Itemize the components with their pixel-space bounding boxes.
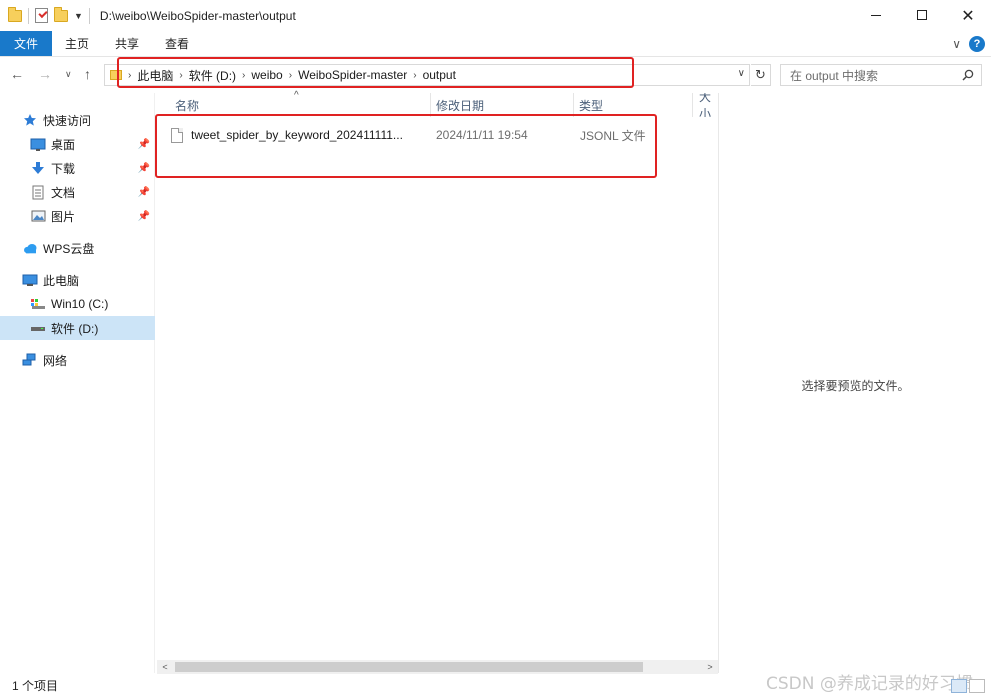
ribbon-tabs: 文件 主页 共享 查看 ∨ ?	[0, 31, 991, 57]
customize-toolbar-chevron-icon[interactable]: ▼	[74, 11, 83, 21]
scrollbar-thumb[interactable]	[175, 662, 643, 672]
close-icon: ✕	[961, 5, 975, 25]
new-folder-icon[interactable]	[54, 6, 68, 22]
ribbon-right-controls: ∨ ?	[952, 31, 991, 57]
preview-message: 选择要预览的文件。	[801, 379, 910, 393]
desktop-icon	[30, 137, 46, 151]
watermark: CSDN @养成记录的好习惯	[766, 674, 973, 694]
drive-icon	[30, 297, 46, 311]
pin-icon[interactable]: 📌	[138, 163, 150, 174]
up-arrow-icon[interactable]: ↑	[84, 66, 91, 82]
address-history-chevron-icon[interactable]: ∨	[738, 68, 745, 79]
view-buttons	[951, 679, 985, 693]
scroll-left-arrow-icon[interactable]: <	[157, 660, 173, 674]
sidebar-item-drive-c[interactable]: Win10 (C:)	[0, 292, 155, 316]
sidebar-item-pictures[interactable]: 图片 📌	[0, 204, 155, 228]
sidebar-item-label: 下载	[51, 161, 76, 176]
tab-view[interactable]: 查看	[152, 31, 202, 56]
search-input[interactable]: 在 output 中搜索	[780, 64, 982, 86]
sidebar-item-documents[interactable]: 文档 📌	[0, 180, 155, 204]
sidebar-item-drive-d[interactable]: 软件 (D:)	[0, 316, 155, 340]
tab-share[interactable]: 共享	[102, 31, 152, 56]
star-icon	[22, 113, 38, 127]
sidebar-item-label: 桌面	[51, 137, 76, 152]
refresh-button[interactable]: ↻	[751, 64, 771, 86]
pin-icon[interactable]: 📌	[138, 211, 150, 222]
column-header-size[interactable]: 大小	[699, 93, 718, 117]
column-divider[interactable]	[692, 93, 693, 117]
sidebar-item-label: 文档	[51, 185, 76, 200]
sidebar-item-label: 快速访问	[43, 113, 92, 128]
document-icon	[30, 185, 46, 199]
forward-arrow-icon[interactable]: →	[38, 66, 52, 82]
back-arrow-icon[interactable]: ←	[10, 66, 24, 82]
expand-ribbon-chevron-icon[interactable]: ∨	[952, 37, 961, 51]
large-icons-view-icon[interactable]	[969, 679, 985, 693]
minimize-icon	[871, 14, 881, 16]
network-icon	[22, 353, 38, 367]
sidebar-item-downloads[interactable]: 下载 📌	[0, 156, 155, 180]
sidebar-item-wps-cloud[interactable]: WPS云盘	[0, 236, 155, 260]
quick-access-toolbar: ▼	[0, 6, 90, 24]
cloud-icon	[22, 241, 38, 255]
preview-pane: 选择要预览的文件。	[718, 93, 991, 673]
sidebar-item-desktop[interactable]: 桌面 📌	[0, 132, 155, 156]
pin-icon[interactable]: 📌	[138, 187, 150, 198]
details-view-icon[interactable]	[951, 679, 967, 693]
folder-icon[interactable]	[8, 6, 22, 22]
sidebar-item-label: 网络	[43, 353, 68, 368]
address-highlight-box	[117, 57, 634, 88]
pin-icon[interactable]: 📌	[138, 139, 150, 150]
search-icon[interactable]	[962, 69, 974, 81]
maximize-icon	[917, 10, 927, 20]
navigation-pane: 快速访问 桌面 📌 下载 📌 文档 📌 图片 📌 WPS云盘 此电脑 Win10…	[0, 93, 155, 673]
horizontal-scrollbar[interactable]: < >	[157, 660, 718, 674]
toolbar-divider	[88, 7, 90, 24]
computer-icon	[22, 273, 38, 287]
tab-home[interactable]: 主页	[52, 31, 102, 56]
column-header-size-label: 大小	[699, 93, 712, 117]
sidebar-item-label: WPS云盘	[43, 241, 95, 256]
file-highlight-box	[155, 114, 657, 178]
sidebar-item-quick-access[interactable]: 快速访问	[0, 108, 155, 132]
properties-icon[interactable]	[35, 8, 48, 23]
search-placeholder: 在 output 中搜索	[790, 68, 879, 83]
tab-file[interactable]: 文件	[0, 31, 52, 56]
close-button[interactable]: ✕	[945, 0, 991, 30]
title-bar: ▼ D:\weibo\WeiboSpider-master\output ✕	[0, 0, 991, 31]
minimize-button[interactable]	[853, 0, 899, 30]
sidebar-item-label: 图片	[51, 209, 76, 224]
window-title: D:\weibo\WeiboSpider-master\output	[99, 8, 296, 23]
sidebar-item-network[interactable]: 网络	[0, 348, 155, 372]
sidebar-item-label: Win10 (C:)	[51, 297, 109, 311]
maximize-button[interactable]	[899, 0, 945, 30]
recent-locations-chevron-icon[interactable]: ∨	[65, 69, 72, 80]
item-count: 1 个项目	[12, 679, 59, 693]
picture-icon	[30, 209, 46, 223]
scroll-right-arrow-icon[interactable]: >	[702, 660, 718, 674]
file-list: ^ 名称 修改日期 类型 大小 tweet_spider_by_keyword_…	[157, 90, 718, 660]
drive-icon	[30, 321, 46, 335]
sidebar-item-label: 软件 (D:)	[51, 321, 99, 336]
sidebar-item-label: 此电脑	[43, 273, 80, 288]
refresh-icon: ↻	[755, 67, 766, 82]
window-controls: ✕	[853, 0, 991, 30]
toolbar-divider	[28, 7, 29, 24]
help-icon[interactable]: ?	[969, 36, 985, 52]
sort-ascending-caret-icon: ^	[294, 90, 299, 101]
sidebar-item-this-pc[interactable]: 此电脑	[0, 268, 155, 292]
download-icon	[30, 161, 46, 175]
